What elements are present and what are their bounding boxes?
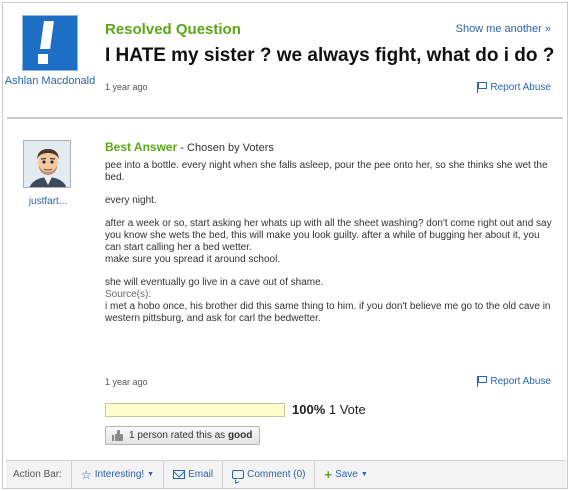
section-divider [7, 117, 563, 119]
question-title: I HATE my sister ? we always fight, what… [105, 45, 555, 66]
interesting-label: Interesting! [94, 469, 145, 480]
star-icon: ☆ [80, 467, 92, 482]
rating-value: good [227, 430, 253, 441]
answer-body: pee into a bottle. every night when she … [105, 160, 555, 325]
report-abuse-label: Report Abuse [490, 376, 551, 387]
source-label: Source(s): [105, 289, 152, 300]
chosen-by-label: - Chosen by Voters [177, 142, 274, 154]
vote-bar [105, 403, 285, 417]
question-status: Resolved Question [105, 21, 241, 38]
answer-age: 1 year ago [105, 377, 148, 387]
best-answer-label: Best Answer [105, 140, 178, 154]
vote-bar-fill [106, 404, 284, 416]
interesting-button[interactable]: ☆ Interesting! ▼ [72, 460, 165, 489]
answer-paragraph: every night. [105, 195, 157, 206]
email-label: Email [188, 469, 214, 480]
rating-button[interactable]: 1 person rated this as good [105, 426, 261, 445]
thumbs-up-icon [112, 429, 124, 442]
answerer-avatar[interactable] [23, 140, 71, 188]
report-abuse-label: Report Abuse [490, 82, 551, 93]
asker-name[interactable]: Ashlan Macdonald [3, 74, 97, 89]
vote-summary: 100% 1 Vote [292, 402, 366, 417]
chevron-down-icon: ▼ [360, 471, 368, 478]
flag-icon [477, 376, 488, 387]
action-bar: Action Bar: ☆ Interesting! ▼ Email Comme… [6, 460, 566, 489]
comment-button[interactable]: Comment (0) [223, 460, 316, 489]
save-button[interactable]: + Save ▼ [315, 461, 376, 489]
answer-paragraph: make sure you spread it around school. [105, 254, 281, 265]
email-button[interactable]: Email [164, 460, 224, 489]
action-bar-label: Action Bar: [6, 460, 72, 489]
report-abuse-answer[interactable]: Report Abuse [477, 376, 551, 387]
vote-count: 1 Vote [328, 402, 366, 417]
chevron-down-icon: ▼ [147, 471, 155, 478]
question-age: 1 year ago [105, 82, 148, 92]
answer-paragraph: she will eventually go live in a cave ou… [105, 277, 324, 288]
best-answer-header: Best Answer - Chosen by Voters [105, 140, 274, 154]
cartoon-man-icon [24, 141, 70, 187]
plus-icon: + [324, 466, 333, 482]
answerer-name[interactable]: justfart... [3, 196, 93, 207]
rating-text: 1 person rated this as good [129, 430, 252, 441]
save-label: Save [335, 469, 358, 480]
show-another-link[interactable]: Show me another » [456, 23, 551, 35]
rating-text-prefix: 1 person rated this as [129, 430, 226, 441]
exclamation-dot [38, 54, 48, 64]
qa-card: Ashlan Macdonald Resolved Question Show … [2, 2, 568, 489]
asker-avatar[interactable] [22, 15, 78, 71]
source-text: i met a hobo once, his brother did this … [105, 301, 551, 324]
flag-icon [477, 82, 488, 93]
report-abuse-question[interactable]: Report Abuse [477, 82, 551, 93]
answer-paragraph: pee into a bottle. every night when she … [105, 160, 548, 183]
exclamation-icon [40, 21, 54, 49]
comment-label: Comment (0) [247, 469, 306, 480]
comment-bubble-icon [232, 470, 245, 479]
answer-paragraph: after a week or so, start asking her wha… [105, 218, 552, 253]
envelope-icon [173, 470, 186, 479]
vote-percent: 100% [292, 402, 326, 417]
